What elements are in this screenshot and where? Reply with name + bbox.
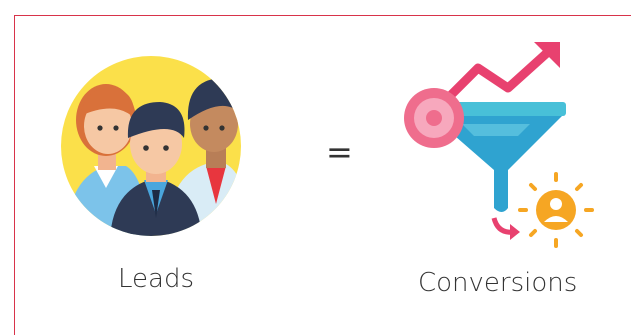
gear-icon [404, 88, 464, 148]
leads-label: Leads [118, 264, 195, 294]
conversions-label: Conversions [418, 268, 578, 298]
converted-user-icon [518, 172, 594, 248]
leads-group-icon [61, 56, 241, 236]
conversion-funnel-icon [404, 42, 594, 248]
equals-sign: = [326, 133, 353, 171]
